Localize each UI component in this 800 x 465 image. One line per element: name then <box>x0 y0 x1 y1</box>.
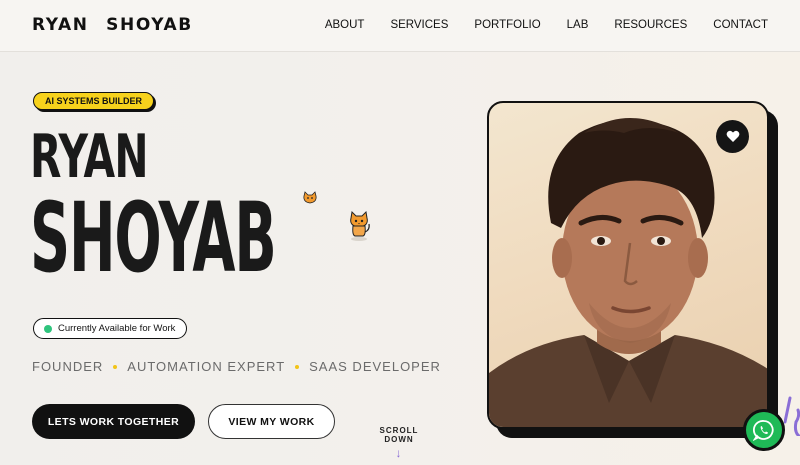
availability-status: Currently Available for Work <box>33 318 188 339</box>
nav-link-lab[interactable]: LAB <box>567 19 589 31</box>
role-item: SAAS DEVELOPER <box>309 359 441 374</box>
view-my-work-button[interactable]: VIEW MY WORK <box>208 404 335 439</box>
role-separator <box>295 364 300 369</box>
role-separator <box>113 364 118 369</box>
purple-slash-decoration <box>784 396 800 436</box>
role-badge: AI SYSTEMS BUILDER <box>33 92 155 110</box>
site-logo[interactable]: RYAN SHOYAB <box>32 15 193 35</box>
role-list: FOUNDER AUTOMATION EXPERT SAAS DEVELOPER <box>32 359 441 374</box>
role-item: AUTOMATION EXPERT <box>127 359 286 374</box>
nav-link-contact[interactable]: CONTACT <box>713 19 768 31</box>
top-navigation: RYAN SHOYAB ABOUT SERVICES PORTFOLIO LAB… <box>0 0 800 52</box>
scroll-down-label: SCROLL DOWN <box>379 426 419 444</box>
lets-work-together-button[interactable]: LETS WORK TOGETHER <box>32 404 195 439</box>
nav-link-services[interactable]: SERVICES <box>390 19 448 31</box>
nav-link-resources[interactable]: RESOURCES <box>614 19 687 31</box>
cat-mascot-icon <box>350 210 370 241</box>
nav-link-about[interactable]: ABOUT <box>325 19 365 31</box>
nav-links: ABOUT SERVICES PORTFOLIO LAB RESOURCES C… <box>325 19 768 31</box>
arrow-down-icon: ↓ <box>395 446 403 460</box>
hero-last-name: SHOYAB <box>30 182 277 294</box>
cat-mascot-icon <box>303 191 317 204</box>
status-dot <box>44 324 52 333</box>
nav-link-portfolio[interactable]: PORTFOLIO <box>474 19 540 31</box>
scroll-down-indicator[interactable]: SCROLL DOWN ↓ <box>368 426 430 460</box>
role-item: FOUNDER <box>32 359 104 374</box>
hero-first-name: RYAN <box>30 122 149 192</box>
whatsapp-icon[interactable] <box>743 409 785 451</box>
heart-icon[interactable] <box>716 120 749 153</box>
availability-label: Currently Available for Work <box>58 323 176 334</box>
